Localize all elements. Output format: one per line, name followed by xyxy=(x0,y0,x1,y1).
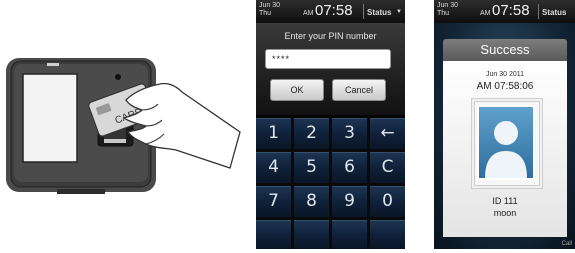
key-5[interactable]: 5 xyxy=(294,152,329,183)
key-2[interactable]: 2 xyxy=(294,118,329,149)
status-separator xyxy=(538,4,539,19)
pin-entry-screen: Jun 30 Thu AM 07:58 Status ▼ Enter your … xyxy=(256,0,405,249)
backspace-key[interactable]: ← xyxy=(370,118,405,149)
key-1[interactable]: 1 xyxy=(256,118,291,149)
verification-result-card: Jun 30 2011 AM 07:58:06 ID 111 moon xyxy=(443,61,567,237)
status-separator xyxy=(363,4,364,19)
user-id: ID 111 xyxy=(492,196,518,206)
key-8[interactable]: 8 xyxy=(294,186,329,217)
success-screen: Jun 30 Thu AM 07:58 Status Success Jun 3… xyxy=(434,0,575,249)
status-ampm: AM xyxy=(303,10,314,17)
keypad-row-partial xyxy=(256,220,291,249)
keypad-row-partial xyxy=(332,220,367,249)
status-date: Jun 30 Thu xyxy=(259,2,280,18)
cancel-button[interactable]: Cancel xyxy=(332,79,386,101)
user-name: moon xyxy=(493,208,517,218)
status-bar: Jun 30 Thu AM 07:58 Status xyxy=(434,0,575,23)
key-7[interactable]: 7 xyxy=(256,186,291,217)
key-6[interactable]: 6 xyxy=(332,152,367,183)
result-date: Jun 30 2011 xyxy=(485,71,524,78)
numeric-keypad: 1 2 3 ← 4 5 6 C 7 8 9 0 xyxy=(256,118,405,249)
chevron-down-icon[interactable]: ▼ xyxy=(396,9,402,15)
key-4[interactable]: 4 xyxy=(256,152,291,183)
key-9[interactable]: 9 xyxy=(332,186,367,217)
key-0[interactable]: 0 xyxy=(370,186,405,217)
keypad-row-partial xyxy=(294,220,329,249)
device-with-card-illustration: CARD xyxy=(6,58,241,194)
status-time: 07:58 xyxy=(492,2,530,19)
status-date: Jun 30 Thu xyxy=(437,2,458,18)
pin-prompt-label: Enter your PIN number xyxy=(284,31,377,41)
status-month-day: Jun 30 xyxy=(437,2,459,9)
ok-button[interactable]: OK xyxy=(270,79,324,101)
success-title: Success xyxy=(443,39,567,61)
status-month-day: Jun 30 xyxy=(259,2,281,9)
status-menu-button[interactable]: Status xyxy=(542,8,566,17)
fingerprint-device-illustration: CARD xyxy=(0,0,250,249)
key-3[interactable]: 3 xyxy=(332,118,367,149)
status-weekday: Thu xyxy=(437,10,450,17)
clear-key[interactable]: C xyxy=(370,152,405,183)
keypad-row-partial xyxy=(370,220,405,249)
user-avatar xyxy=(477,105,535,180)
status-bar: Jun 30 Thu AM 07:58 Status ▼ xyxy=(256,0,405,23)
status-ampm: AM xyxy=(480,10,491,17)
call-button[interactable]: Call xyxy=(562,241,572,247)
status-time: 07:58 xyxy=(315,2,353,19)
status-menu-button[interactable]: Status xyxy=(367,8,391,17)
result-time: AM 07:58:06 xyxy=(476,81,534,92)
user-silhouette-icon xyxy=(485,121,527,178)
pin-input[interactable]: **** xyxy=(265,49,391,69)
status-weekday: Thu xyxy=(259,10,272,17)
